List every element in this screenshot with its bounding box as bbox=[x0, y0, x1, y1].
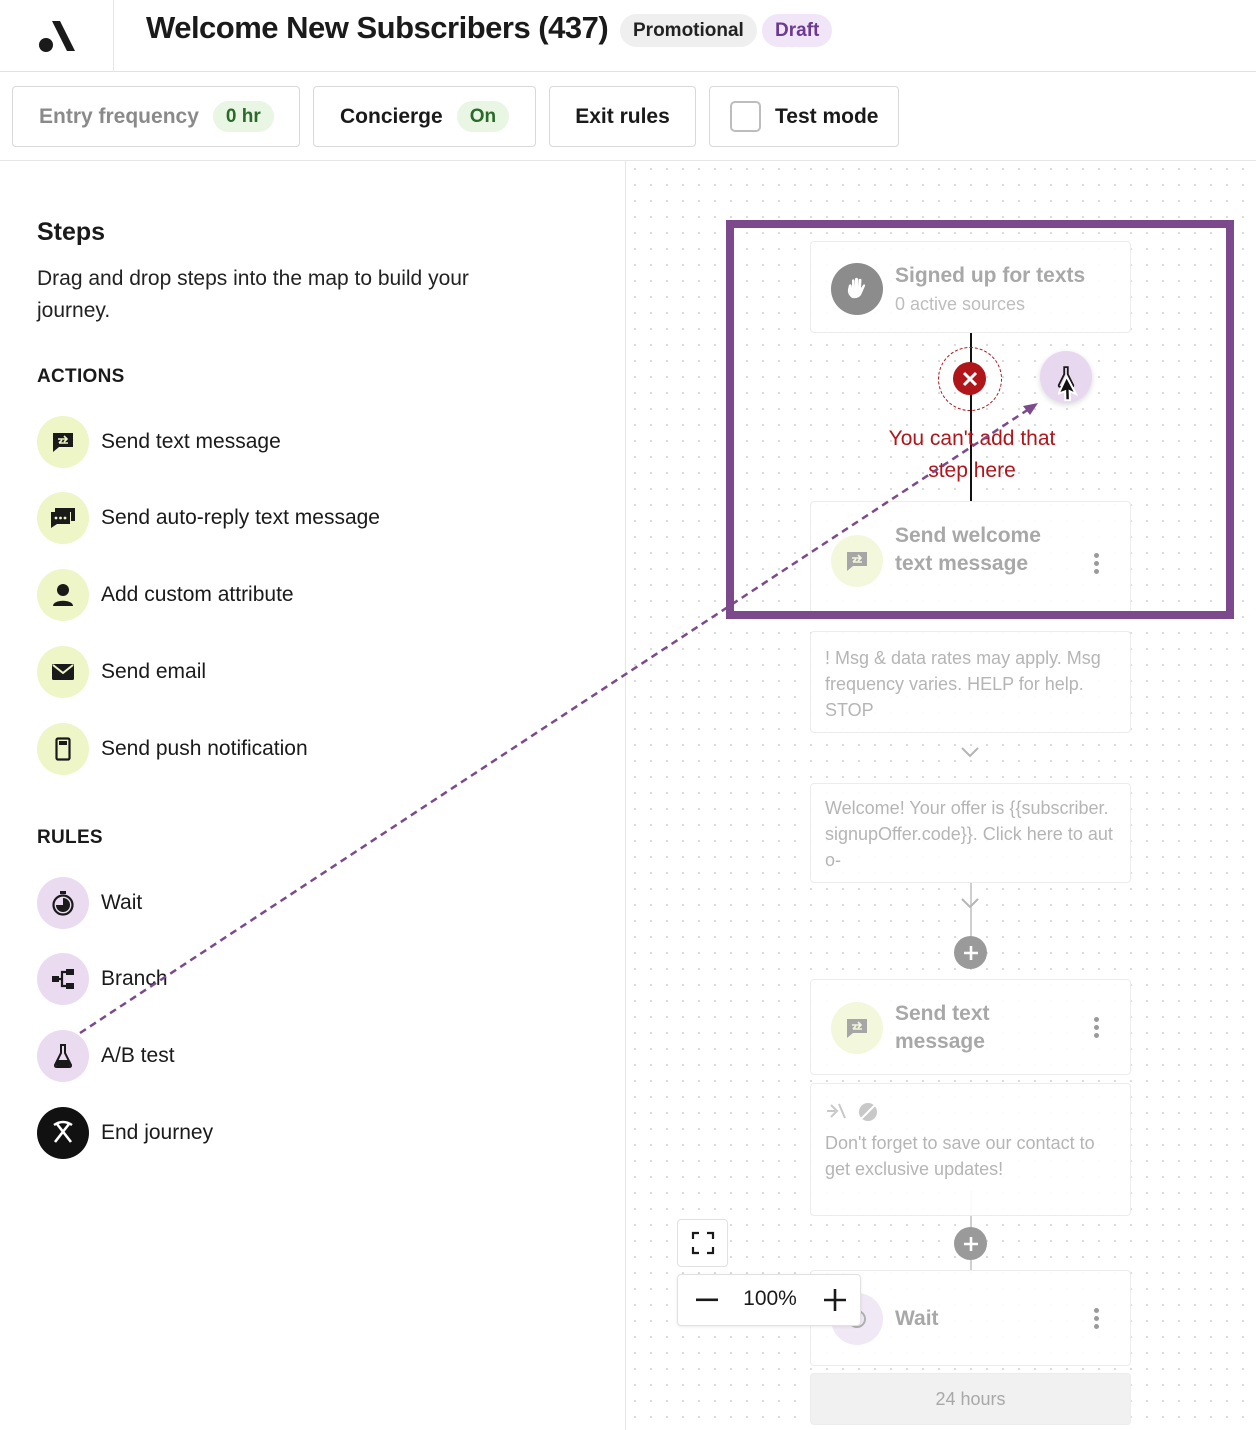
fit-to-screen-button[interactable] bbox=[677, 1219, 728, 1267]
plus-icon bbox=[963, 945, 978, 960]
plus-icon bbox=[824, 1289, 846, 1311]
steps-panel: Steps Drag and drop steps into the map t… bbox=[0, 161, 626, 1430]
message-preview-card[interactable]: ! Msg & data rates may apply. Msg freque… bbox=[810, 631, 1131, 733]
test-mode-checkbox[interactable] bbox=[730, 101, 761, 132]
step-add-custom-attribute[interactable]: Add custom attribute bbox=[37, 569, 294, 621]
app-logo[interactable] bbox=[0, 0, 114, 72]
status-badge: Draft bbox=[762, 14, 833, 47]
step-end-journey[interactable]: End journey bbox=[37, 1107, 213, 1159]
step-label: Send auto-reply text message bbox=[101, 506, 380, 529]
no-image-icon bbox=[859, 1103, 877, 1121]
zoom-controls: 100% bbox=[677, 1274, 861, 1326]
step-send-push-notification[interactable]: Send push notification bbox=[37, 723, 308, 775]
step-title: Send text message bbox=[895, 1002, 990, 1053]
exit-rules-button[interactable]: Exit rules bbox=[549, 86, 696, 147]
phone-icon bbox=[37, 723, 89, 775]
pickaxes-icon bbox=[37, 1107, 89, 1159]
concierge-label: Concierge bbox=[340, 104, 443, 128]
step-wait[interactable]: Wait bbox=[37, 877, 142, 929]
entry-frequency-label: Entry frequency bbox=[39, 104, 199, 128]
step-label: End journey bbox=[101, 1121, 214, 1144]
chevron-down-icon[interactable] bbox=[960, 746, 980, 758]
message-preview-text: ! Msg & data rates may apply. Msg freque… bbox=[825, 648, 1101, 720]
text-message-icon bbox=[37, 416, 89, 468]
steps-title: Steps bbox=[37, 218, 106, 246]
steps-description: Drag and drop steps into the map to buil… bbox=[37, 267, 469, 322]
step-send-auto-reply[interactable]: Send auto-reply text message bbox=[37, 492, 380, 544]
highlight-rectangle bbox=[726, 220, 1234, 619]
test-mode-label: Test mode bbox=[775, 104, 879, 128]
timer-icon bbox=[37, 877, 89, 929]
no-link-icon bbox=[827, 1103, 846, 1119]
step-label: Wait bbox=[101, 891, 143, 914]
exit-rules-label: Exit rules bbox=[575, 104, 670, 128]
step-send-email[interactable]: Send email bbox=[37, 646, 206, 698]
text-message-icon bbox=[831, 1002, 883, 1054]
attentive-logo-icon bbox=[38, 21, 75, 52]
step-label: Branch bbox=[101, 967, 168, 990]
app-header: Welcome New Subscribers (437) Promotiona… bbox=[0, 0, 1256, 72]
expand-icon bbox=[691, 1231, 714, 1255]
message-preview-text: Welcome! Your offer is {{subscriber.sign… bbox=[825, 798, 1113, 870]
message-preview-card[interactable]: Welcome! Your offer is {{subscriber.sign… bbox=[810, 783, 1131, 883]
concierge-button[interactable]: Concierge On bbox=[313, 86, 536, 147]
flask-icon bbox=[37, 1030, 89, 1082]
send-text-message-node[interactable]: Send text message bbox=[810, 979, 1131, 1075]
step-label: Send push notification bbox=[101, 737, 308, 760]
concierge-status: On bbox=[456, 101, 510, 132]
wait-duration: 24 hours bbox=[810, 1373, 1131, 1425]
add-step-button[interactable] bbox=[954, 1227, 987, 1260]
more-options-icon[interactable] bbox=[1094, 1014, 1100, 1041]
actions-heading: ACTIONS bbox=[37, 366, 125, 387]
connector-line bbox=[970, 883, 972, 943]
journey-title: Welcome New Subscribers (437) bbox=[146, 10, 609, 45]
step-label: Add custom attribute bbox=[101, 583, 294, 606]
entry-frequency-button[interactable]: Entry frequency 0 hr bbox=[12, 86, 300, 147]
message-preview-text: Don't forget to save our contact to get … bbox=[825, 1133, 1095, 1179]
test-mode-toggle[interactable]: Test mode bbox=[709, 86, 899, 147]
entry-frequency-value: 0 hr bbox=[212, 101, 274, 132]
add-step-button[interactable] bbox=[954, 936, 987, 969]
minus-icon bbox=[696, 1298, 718, 1302]
step-label: Send email bbox=[101, 660, 207, 683]
rules-heading: RULES bbox=[37, 827, 103, 848]
auto-reply-icon bbox=[37, 492, 89, 544]
type-badge: Promotional bbox=[620, 14, 757, 47]
more-options-icon[interactable] bbox=[1094, 1305, 1100, 1332]
person-icon bbox=[37, 569, 89, 621]
message-preview-card[interactable]: Don't forget to save our contact to get … bbox=[810, 1083, 1131, 1216]
zoom-in-button[interactable] bbox=[820, 1285, 850, 1315]
step-label: Send text message bbox=[101, 430, 281, 453]
branch-icon bbox=[37, 953, 89, 1005]
zoom-level: 100% bbox=[743, 1287, 797, 1310]
envelope-icon bbox=[37, 646, 89, 698]
step-label: A/B test bbox=[101, 1044, 175, 1067]
step-send-text-message[interactable]: Send text message bbox=[37, 416, 281, 468]
journey-toolbar: Entry frequency 0 hr Concierge On Exit r… bbox=[0, 72, 1256, 161]
plus-icon bbox=[963, 1236, 978, 1251]
step-title: Wait bbox=[895, 1307, 939, 1330]
chevron-down-icon[interactable] bbox=[960, 897, 980, 909]
step-branch[interactable]: Branch bbox=[37, 953, 168, 1005]
zoom-out-button[interactable] bbox=[692, 1285, 722, 1315]
step-ab-test[interactable]: A/B test bbox=[37, 1030, 175, 1082]
